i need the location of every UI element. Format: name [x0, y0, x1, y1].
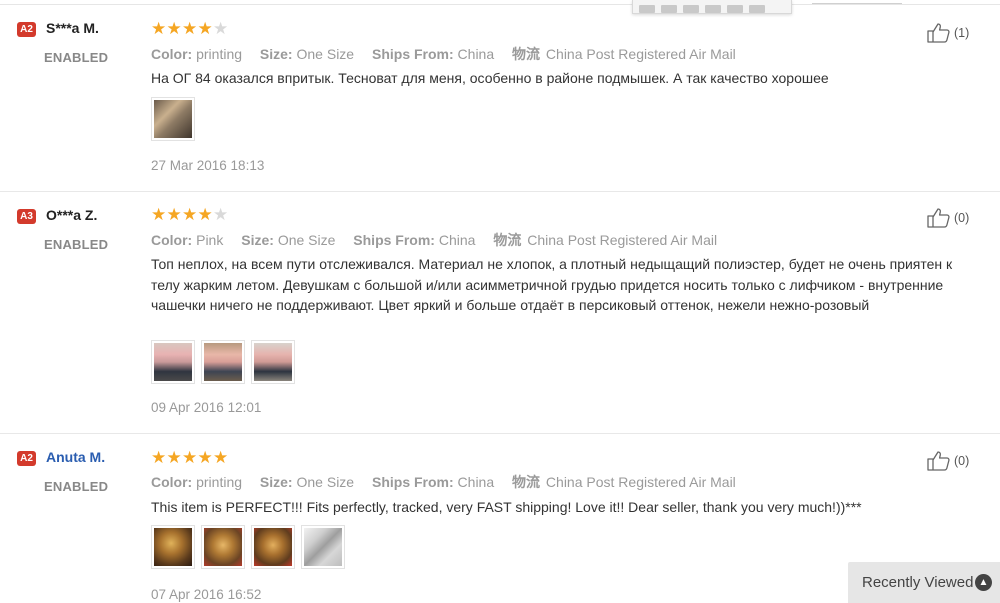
review-text: На ОГ 84 оказался впритык. Тесноват для … [151, 70, 829, 86]
helpful-button[interactable]: (0) [926, 207, 969, 229]
strip-thumb[interactable] [749, 5, 765, 13]
buyer-status: ENABLED [44, 50, 109, 65]
thumbs-up-icon [927, 208, 950, 228]
ships-from-label: Ships From: [371, 46, 454, 62]
buyer-level-badge: A3 [17, 209, 36, 224]
logistics-value: China Post Registered Air Mail [545, 474, 736, 490]
logistics-label: 物流 [512, 474, 541, 490]
color-label: Color: [151, 474, 193, 490]
order-attributes: Color: Pink Size: One Size Ships From: C… [151, 230, 731, 250]
size-value: One Size [296, 46, 355, 62]
star-icon: ★ [151, 19, 167, 38]
logistics-value: China Post Registered Air Mail [545, 46, 736, 62]
color-value: Pink [196, 232, 224, 248]
review-photo-thumbnail[interactable] [151, 97, 195, 141]
helpful-count: (0) [954, 454, 970, 468]
strip-thumb[interactable] [705, 5, 721, 13]
rating-stars: ★ ★ ★ ★ ★ [151, 205, 229, 224]
star-icon: ★ [166, 19, 182, 38]
chevron-up-icon: ▲ [975, 574, 992, 591]
helpful-count: (1) [954, 26, 970, 40]
order-attributes: Color: printing Size: One Size Ships Fro… [151, 472, 750, 492]
size-label: Size: [241, 232, 274, 248]
thumbs-up-icon [927, 451, 950, 471]
size-label: Size: [259, 474, 293, 490]
strip-thumb[interactable] [661, 5, 677, 13]
review-photo-thumbnail[interactable] [201, 340, 245, 384]
recently-viewed-label: Recently Viewed [862, 574, 974, 591]
review-photos [151, 97, 201, 141]
star-icon: ★ [151, 448, 167, 467]
buyer-name-link[interactable]: Anuta M. [46, 449, 105, 465]
star-empty-icon: ★ [213, 205, 229, 224]
star-icon: ★ [182, 19, 198, 38]
ships-from-value: China [457, 474, 495, 490]
logistics-label: 物流 [493, 232, 522, 248]
review-divider [0, 433, 1000, 434]
buyer-level-badge: A2 [17, 22, 36, 37]
helpful-button[interactable]: (0) [926, 450, 969, 472]
review-photos [151, 525, 351, 569]
color-label: Color: [151, 46, 193, 62]
ships-from-value: China [438, 232, 476, 248]
size-value: One Size [277, 232, 336, 248]
ships-from-label: Ships From: [371, 474, 454, 490]
color-value: printing [196, 474, 243, 490]
top-tab [812, 0, 902, 4]
star-icon: ★ [166, 205, 182, 224]
star-icon: ★ [197, 205, 213, 224]
star-icon: ★ [166, 448, 182, 467]
strip-thumb[interactable] [639, 5, 655, 13]
ships-from-value: China [457, 46, 495, 62]
star-empty-icon: ★ [213, 19, 229, 38]
helpful-count: (0) [954, 211, 970, 225]
buyer-name: O***a Z. [46, 207, 98, 223]
review-photo-thumbnail[interactable] [201, 525, 245, 569]
review-photo-thumbnail[interactable] [251, 525, 295, 569]
rating-stars: ★ ★ ★ ★ ★ [151, 448, 229, 467]
strip-thumb[interactable] [727, 5, 743, 13]
thumbs-up-icon [927, 23, 950, 43]
recently-viewed-button[interactable]: Recently Viewed ▲ [848, 562, 1000, 603]
helpful-button[interactable]: (1) [926, 22, 969, 44]
color-value: printing [196, 46, 243, 62]
review-photo-thumbnail[interactable] [251, 340, 295, 384]
review-photos [151, 340, 301, 384]
top-divider [0, 4, 1000, 5]
strip-thumb[interactable] [683, 5, 699, 13]
review-photo-thumbnail[interactable] [151, 340, 195, 384]
star-icon: ★ [182, 205, 198, 224]
size-value: One Size [296, 474, 355, 490]
review-date: 07 Apr 2016 16:52 [151, 587, 262, 602]
review-photo-thumbnail[interactable] [301, 525, 345, 569]
review-text: This item is PERFECT!!! Fits perfectly, … [151, 499, 862, 515]
rating-stars: ★ ★ ★ ★ ★ [151, 19, 229, 38]
ships-from-label: Ships From: [353, 232, 435, 248]
review-text: Топ неплох, на всем пути отслеживался. М… [151, 256, 953, 313]
buyer-status: ENABLED [44, 237, 109, 252]
star-icon: ★ [197, 448, 213, 467]
order-attributes: Color: printing Size: One Size Ships Fro… [151, 44, 750, 64]
star-icon: ★ [213, 448, 229, 467]
buyer-level-badge: A2 [17, 451, 36, 466]
image-thumbnail-strip[interactable] [632, 0, 792, 14]
logistics-label: 物流 [512, 46, 541, 62]
review-date: 09 Apr 2016 12:01 [151, 400, 262, 415]
star-icon: ★ [151, 205, 167, 224]
buyer-name: S***a M. [46, 20, 99, 36]
logistics-value: China Post Registered Air Mail [527, 232, 718, 248]
buyer-status: ENABLED [44, 479, 109, 494]
color-label: Color: [151, 232, 193, 248]
star-icon: ★ [182, 448, 198, 467]
size-label: Size: [259, 46, 293, 62]
review-divider [0, 191, 1000, 192]
review-photo-thumbnail[interactable] [151, 525, 195, 569]
star-icon: ★ [197, 19, 213, 38]
review-date: 27 Mar 2016 18:13 [151, 158, 265, 173]
